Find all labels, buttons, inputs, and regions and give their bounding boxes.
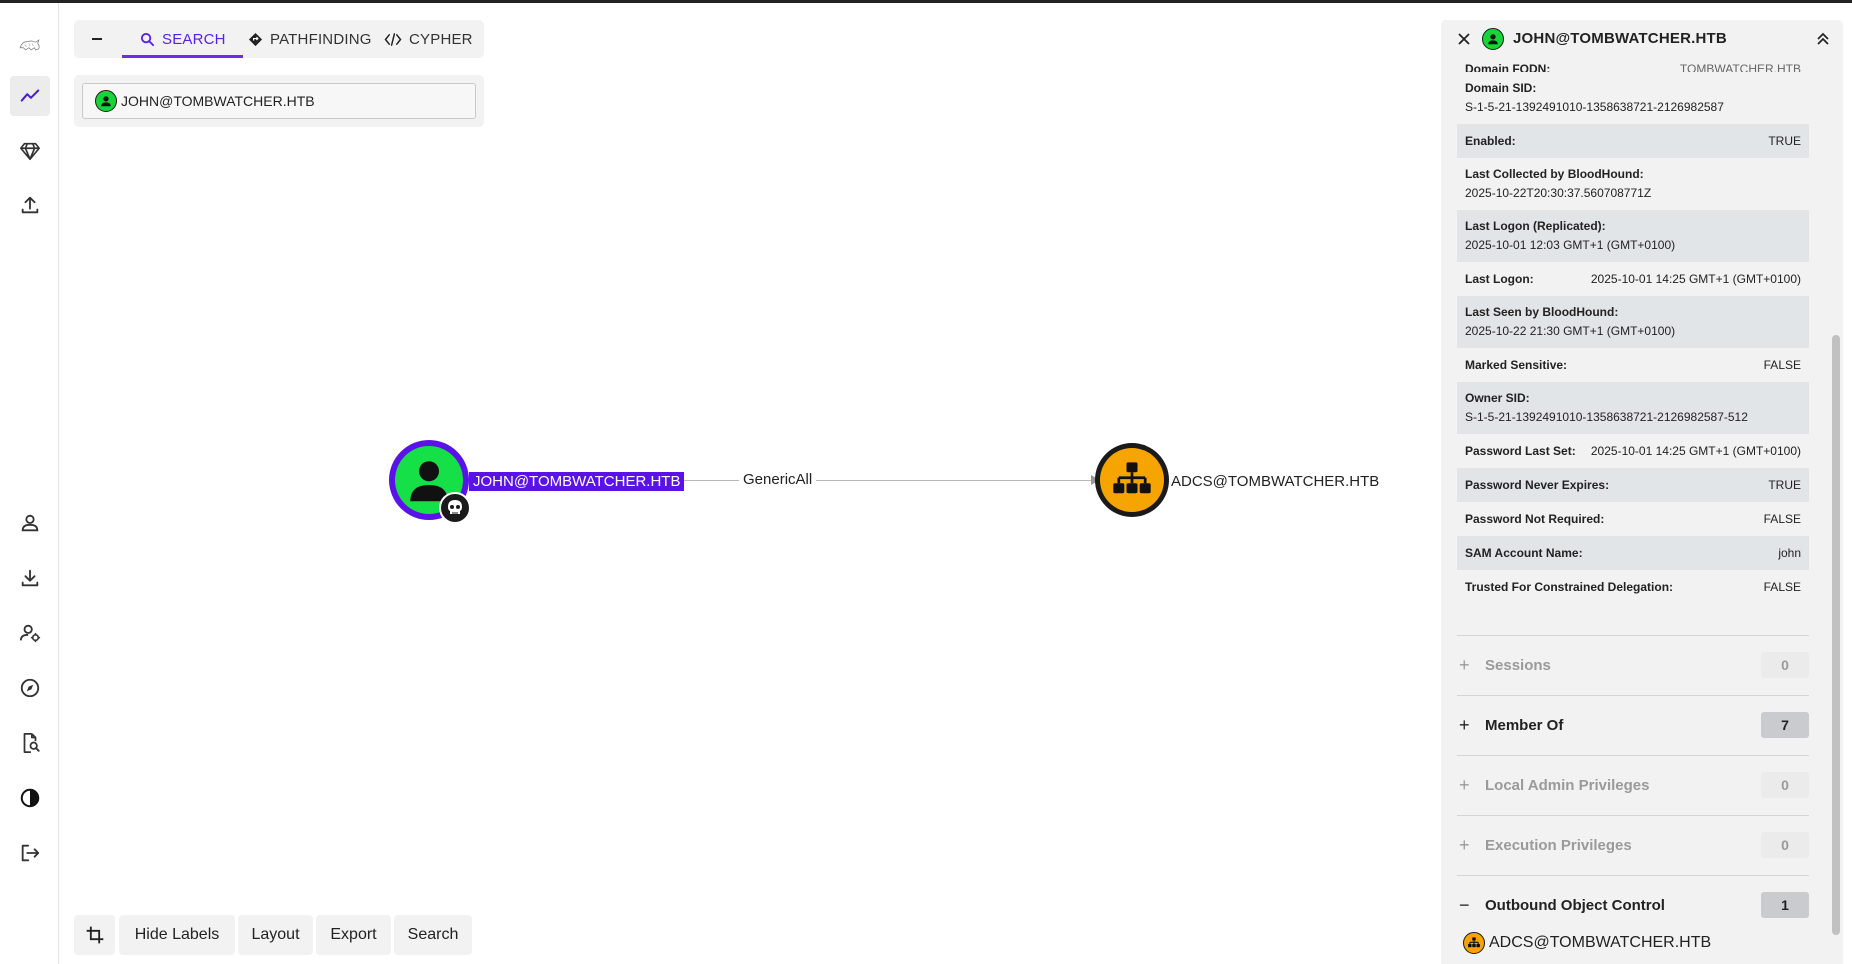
property-value: TRUE (1768, 478, 1801, 492)
property-row: Marked Sensitive: FALSE (1457, 348, 1809, 382)
property-key: Password Never Expires: (1465, 478, 1610, 492)
user-node-label[interactable]: JOHN@TOMBWATCHER.HTB (469, 472, 685, 491)
user-icon[interactable] (10, 503, 50, 543)
count-badge: 0 (1761, 772, 1809, 798)
crop-icon (86, 926, 103, 944)
property-key: Domain SID: (1465, 81, 1537, 95)
section-sessions[interactable]: + Sessions 0 (1457, 635, 1809, 694)
property-value: 2025-10-22 21:30 GMT+1 (GMT+0100) (1465, 324, 1676, 338)
count-badge: 7 (1761, 712, 1809, 738)
property-row: Password Last Set: 2025-10-01 14:25 GMT+1… (1457, 434, 1809, 468)
panel-scrollbar[interactable] (1832, 70, 1840, 935)
property-row: Last Logon (Replicated): 2025-10-01 12:03… (1457, 210, 1809, 262)
property-value: S-1-5-21-1392491010-1358638721-212698258… (1465, 410, 1748, 424)
property-row-partial: Domain FQDN: TOMBWATCHER.HTB (1465, 62, 1801, 72)
property-row: Last Logon: 2025-10-01 14:25 GMT+1 (GMT+0… (1457, 262, 1809, 296)
skull-icon (439, 492, 471, 524)
chevron-up-icon[interactable] (1813, 29, 1833, 49)
scrollbar-thumb[interactable] (1832, 335, 1840, 935)
user-node-icon (1482, 28, 1504, 50)
count-badge: 1 (1761, 892, 1809, 918)
property-key: Trusted For Constrained Delegation: (1465, 580, 1674, 594)
property-key: Password Last Set: (1465, 444, 1576, 458)
property-row: Password Not Required: FALSE (1457, 502, 1809, 536)
section-outbound-object-control[interactable]: − Outbound Object Control 1 (1457, 875, 1809, 934)
section-member-of[interactable]: + Member Of 7 (1457, 695, 1809, 754)
doc-search-icon[interactable] (10, 723, 50, 763)
crop-button[interactable] (74, 915, 115, 955)
property-value: S-1-5-21-1392491010-1358638721-212698258… (1465, 100, 1724, 114)
property-row: SAM Account Name: john (1457, 536, 1809, 570)
property-row: Last Collected by BloodHound: 2025-10-22T… (1457, 158, 1809, 210)
hierarchy-icon (1113, 462, 1151, 494)
graph-canvas[interactable]: GenericAll JOHN@TOMBWATCHER.HTB ADCS@TOM… (59, 3, 1439, 964)
entity-panel: JOHN@TOMBWATCHER.HTB Domain FQDN: TOMBWA… (1441, 20, 1843, 964)
property-row: Domain SID: S-1-5-21-1392491010-135863872… (1457, 72, 1809, 124)
close-icon[interactable] (1454, 29, 1474, 49)
property-value: FALSE (1763, 358, 1801, 372)
property-row: Owner SID: S-1-5-21-1392491010-1358638721… (1457, 382, 1809, 434)
left-nav (0, 3, 59, 964)
property-row: Last Seen by BloodHound: 2025-10-22 21:30… (1457, 296, 1809, 348)
property-key: SAM Account Name: (1465, 546, 1583, 560)
property-value: FALSE (1763, 580, 1801, 594)
layout-button[interactable]: Layout (238, 915, 313, 955)
logo-icon[interactable] (10, 25, 50, 65)
property-value: 2025-10-01 14:25 GMT+1 (GMT+0100) (1590, 272, 1801, 286)
edge-label[interactable]: GenericAll (739, 471, 817, 489)
count-badge: 0 (1761, 832, 1809, 858)
upload-icon[interactable] (10, 185, 50, 225)
search-button[interactable]: Search (394, 915, 472, 955)
property-list: Domain FQDN: TOMBWATCHER.HTB Domain SID:… (1457, 58, 1809, 604)
compass-icon[interactable] (10, 668, 50, 708)
user-settings-icon[interactable] (10, 613, 50, 653)
property-key: Enabled: (1465, 134, 1516, 148)
property-value: TRUE (1768, 134, 1801, 148)
property-value: 2025-10-01 14:25 GMT+1 (GMT+0100) (1590, 444, 1801, 458)
property-row: Password Never Expires: TRUE (1457, 468, 1809, 502)
property-key: Last Logon (Replicated): (1465, 219, 1606, 233)
property-value: john (1778, 546, 1801, 560)
property-value: FALSE (1763, 512, 1801, 526)
panel-title: JOHN@TOMBWATCHER.HTB (1513, 30, 1727, 47)
panel-header: JOHN@TOMBWATCHER.HTB (1441, 20, 1843, 58)
group-node[interactable] (1095, 443, 1169, 517)
download-icon[interactable] (10, 558, 50, 598)
section-execution-privileges[interactable]: + Execution Privileges 0 (1457, 815, 1809, 874)
property-value: 2025-10-22T20:30:37.560708771Z (1465, 186, 1652, 200)
property-key: Last Logon: (1465, 272, 1534, 286)
property-value: 2025-10-01 12:03 GMT+1 (GMT+0100) (1465, 238, 1676, 252)
property-row: Trusted For Constrained Delegation: FALSE (1457, 570, 1809, 604)
property-row: Enabled: TRUE (1457, 124, 1809, 158)
outbound-control-item[interactable]: ADCS@TOMBWATCHER.HTB (1463, 932, 1711, 954)
group-node-icon (1463, 932, 1485, 954)
group-node-label[interactable]: ADCS@TOMBWATCHER.HTB (1169, 472, 1382, 491)
hide-labels-button[interactable]: Hide Labels (119, 915, 235, 955)
outbound-item-label: ADCS@TOMBWATCHER.HTB (1489, 934, 1712, 951)
section-local-admin-privileges[interactable]: + Local Admin Privileges 0 (1457, 755, 1809, 814)
gem-icon[interactable] (10, 131, 50, 171)
property-key: Password Not Required: (1465, 512, 1605, 526)
count-badge: 0 (1761, 652, 1809, 678)
property-key: Owner SID: (1465, 391, 1530, 405)
property-key: Last Collected by BloodHound: (1465, 167, 1644, 181)
export-button[interactable]: Export (316, 915, 391, 955)
logout-icon[interactable] (10, 833, 50, 873)
explore-icon[interactable] (10, 76, 50, 116)
contrast-icon[interactable] (10, 778, 50, 818)
property-key: Last Seen by BloodHound: (1465, 305, 1619, 319)
property-key: Marked Sensitive: (1465, 358, 1568, 372)
graph-edge[interactable] (659, 480, 1099, 481)
